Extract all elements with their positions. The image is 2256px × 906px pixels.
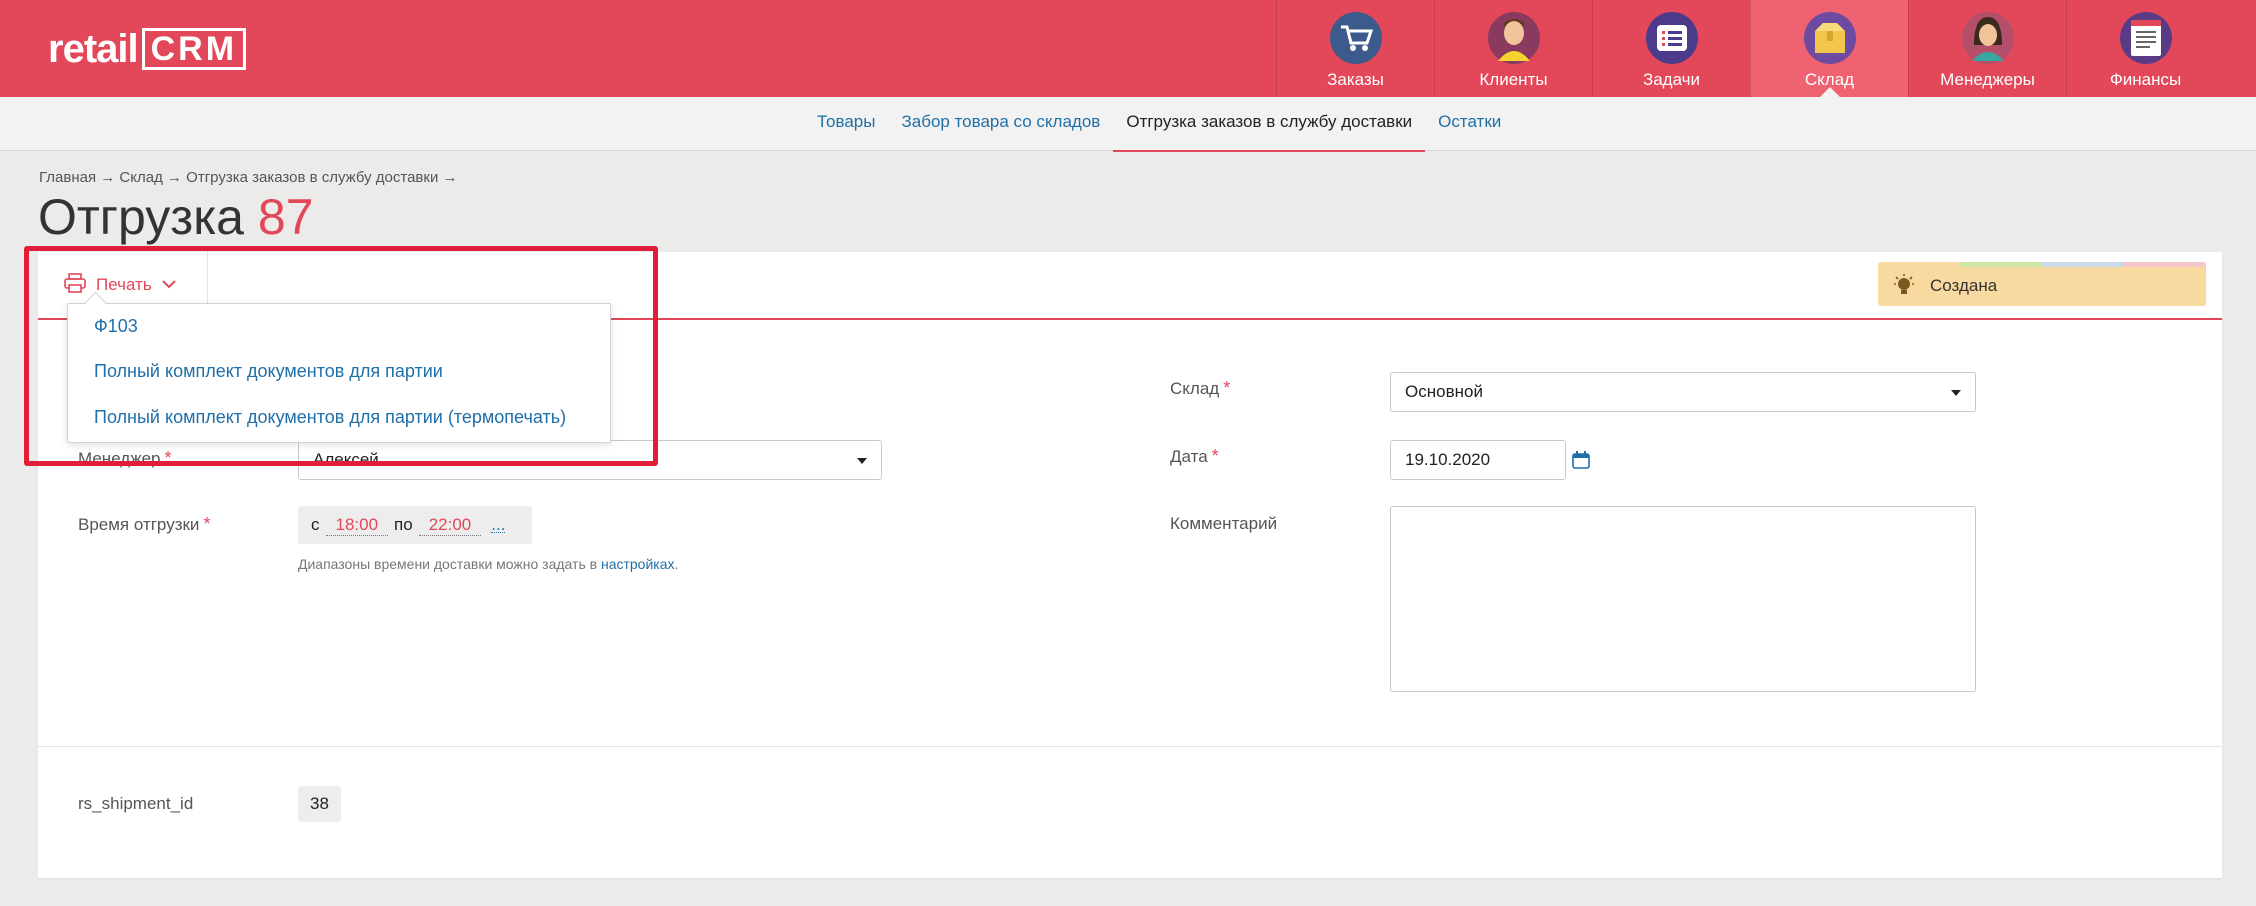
status-label: Создана — [1930, 276, 1998, 295]
status-badge[interactable]: Создана — [1878, 262, 2206, 306]
time-to-input[interactable]: 22:00 — [418, 515, 482, 536]
shipment-number: 87 — [257, 189, 314, 245]
date-label: Дата * — [1170, 446, 1219, 467]
manager-avatar-icon — [1961, 12, 2014, 64]
subnav-item-pickup[interactable]: Забор товара со складов — [888, 97, 1113, 151]
retailcrm-logo[interactable]: retail CRM — [48, 26, 247, 72]
nav-item-warehouse[interactable]: Склад — [1750, 0, 1908, 97]
lightbulb-icon — [1892, 274, 1916, 301]
print-menu-item-f103[interactable]: Ф103 — [94, 316, 138, 337]
time-from-prefix: с — [311, 515, 320, 534]
caret-down-icon — [857, 458, 867, 464]
nav-label: Менеджеры — [1940, 70, 2035, 89]
settings-link[interactable]: настройках — [601, 556, 675, 572]
nav-item-clients[interactable]: Клиенты — [1434, 0, 1592, 97]
logo-crm-text: CRM — [141, 28, 247, 70]
page-title: Отгрузка 87 — [38, 188, 314, 246]
nav-label: Клиенты — [1479, 70, 1548, 89]
custom-field-value: 38 — [298, 786, 341, 822]
nav-item-finance[interactable]: Финансы — [2066, 0, 2224, 97]
print-dropdown-menu: Ф103 Полный комплект документов для парт… — [67, 303, 611, 443]
warehouse-select[interactable]: Основной — [1390, 372, 1976, 412]
chevron-down-icon — [161, 276, 176, 294]
time-hint-text: Диапазоны времени доставки можно задать … — [298, 556, 601, 572]
nav-label: Финансы — [2109, 70, 2182, 89]
printer-icon — [64, 272, 86, 298]
page-title-text: Отгрузка — [38, 189, 244, 245]
required-marker: * — [203, 514, 211, 534]
cart-icon — [1329, 12, 1382, 64]
time-to-prefix: по — [394, 515, 413, 534]
warehouse-box-icon — [1803, 12, 1856, 64]
comment-label-text: Комментарий — [1170, 514, 1278, 533]
status-stripe — [1878, 262, 2206, 267]
client-avatar-icon — [1487, 12, 1540, 64]
custom-field-label: rs_shipment_id — [78, 794, 194, 813]
shipment-time-range: с 18:00 по 22:00 ... — [298, 506, 532, 544]
date-label-text: Дата — [1170, 447, 1208, 466]
main-nav: Заказы Клиенты Задачи Склад Менеджеры Фи… — [1276, 0, 2224, 97]
calendar-icon[interactable] — [1572, 451, 1590, 474]
caret-down-icon — [1951, 390, 1961, 396]
manager-select-value: Алексей — [313, 450, 379, 469]
print-menu-item-full-set[interactable]: Полный комплект документов для партии — [94, 361, 443, 382]
finance-document-icon — [2119, 12, 2172, 64]
required-marker: * — [1223, 378, 1231, 398]
comment-label: Комментарий — [1170, 514, 1277, 534]
date-input[interactable]: 19.10.2020 — [1390, 440, 1566, 480]
print-button-label: Печать — [96, 275, 152, 294]
time-hint: Диапазоны времени доставки можно задать … — [298, 556, 678, 572]
warehouse-label: Склад * — [1170, 378, 1230, 399]
comment-textarea[interactable] — [1390, 506, 1976, 692]
subnav-item-stock[interactable]: Остатки — [1425, 97, 1514, 151]
nav-item-tasks[interactable]: Задачи — [1592, 0, 1750, 97]
subnav-item-products[interactable]: Товары — [804, 97, 888, 151]
time-presets-link[interactable]: ... — [491, 516, 506, 533]
warehouse-label-text: Склад — [1170, 379, 1220, 398]
tasks-list-icon — [1645, 12, 1698, 64]
nav-item-orders[interactable]: Заказы — [1276, 0, 1434, 97]
warehouse-select-value: Основной — [1405, 382, 1483, 401]
time-from-input[interactable]: 18:00 — [325, 515, 389, 536]
logo-retail-text: retail — [48, 26, 139, 71]
nav-label: Склад — [1804, 70, 1855, 89]
required-marker: * — [1211, 446, 1219, 466]
print-menu-item-full-set-thermal[interactable]: Полный комплект документов для партии (т… — [94, 407, 566, 428]
manager-label-text: Менеджер — [78, 449, 161, 468]
section-divider — [38, 746, 2222, 747]
breadcrumb[interactable]: Главная → Склад → Отгрузка заказов в слу… — [39, 169, 458, 186]
shipment-time-label-text: Время отгрузки — [78, 515, 200, 534]
manager-label: Менеджер * — [78, 448, 172, 469]
nav-item-managers[interactable]: Менеджеры — [1908, 0, 2066, 97]
nav-label: Заказы — [1327, 70, 1384, 89]
subnav-item-shipments[interactable]: Отгрузка заказов в службу доставки — [1113, 97, 1425, 152]
shipment-time-label: Время отгрузки * — [78, 514, 210, 535]
top-header: retail CRM Заказы Клиенты Задачи Склад М… — [0, 0, 2256, 97]
nav-label: Задачи — [1642, 70, 1701, 89]
manager-select[interactable]: Алексей — [298, 440, 882, 480]
required-marker: * — [164, 448, 172, 468]
sub-nav: Товары Забор товара со складов Отгрузка … — [0, 97, 2256, 152]
time-hint-end: . — [674, 556, 679, 572]
